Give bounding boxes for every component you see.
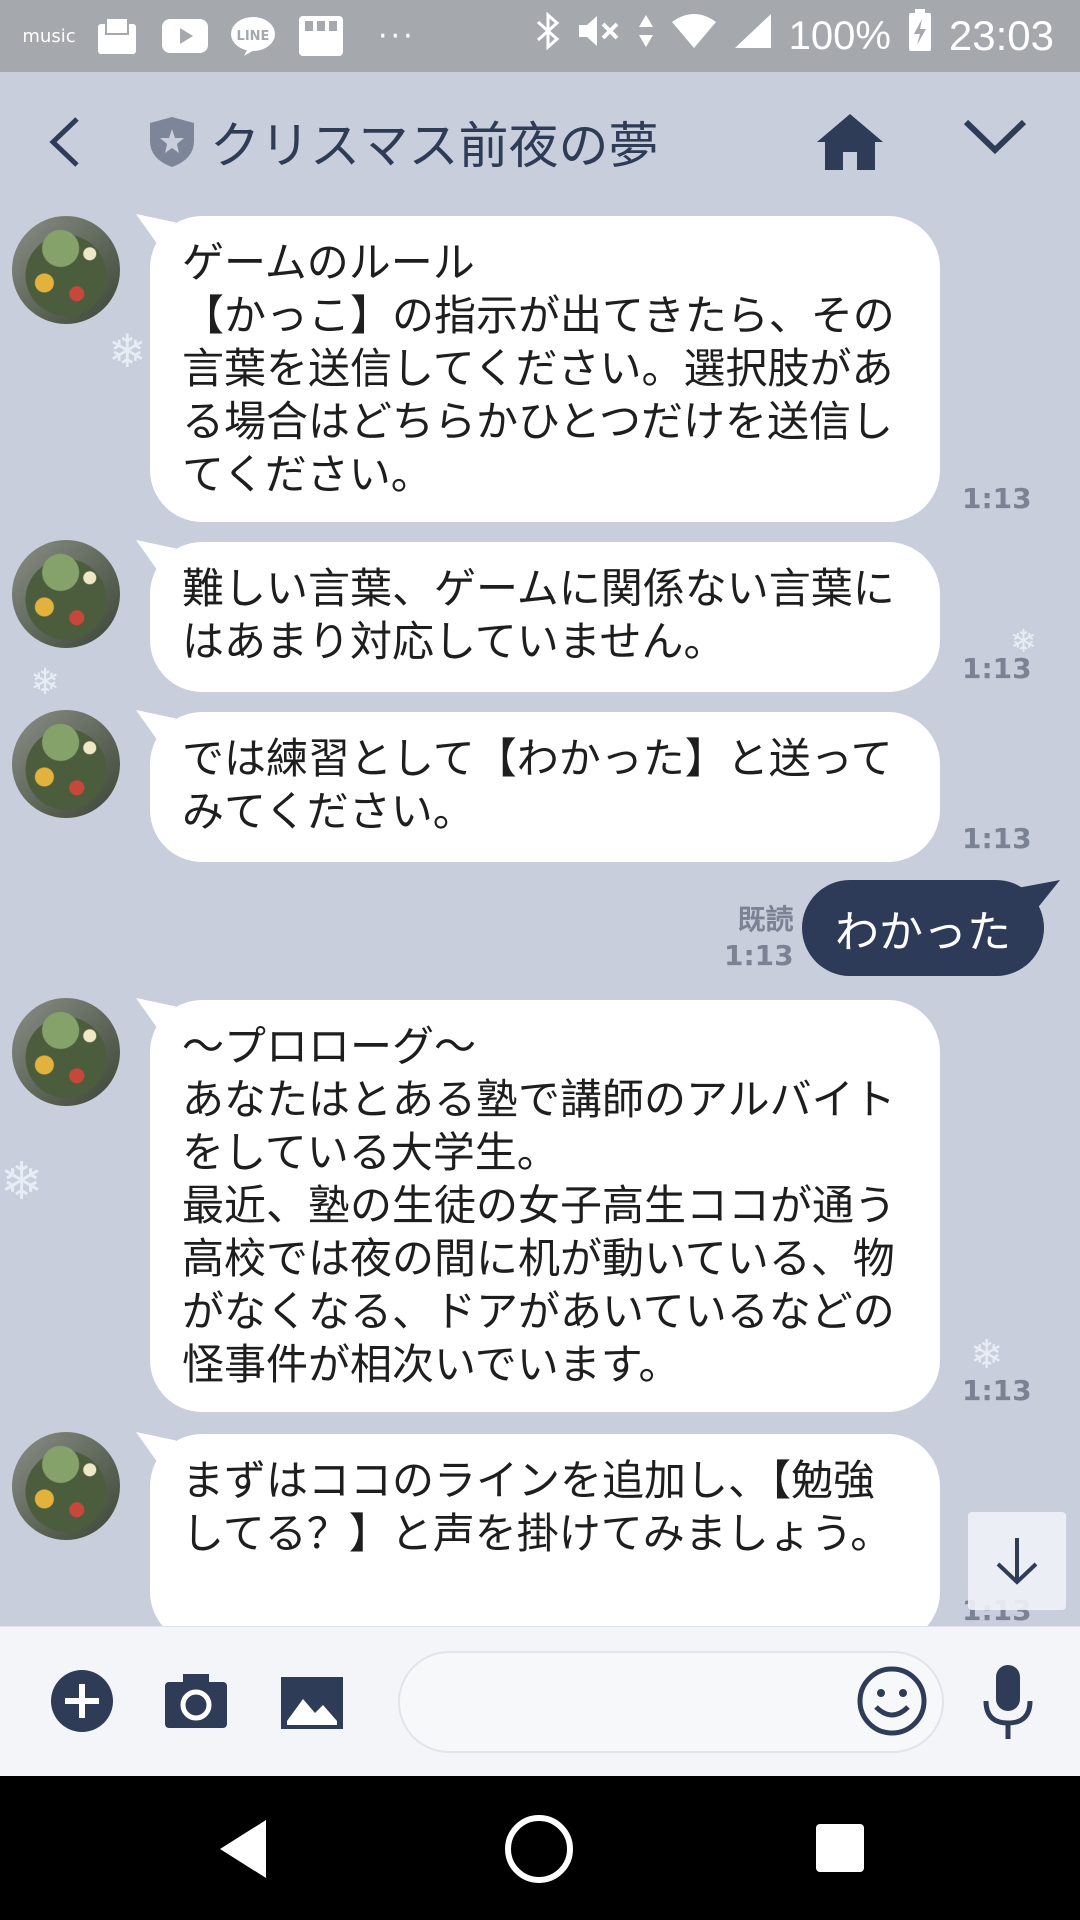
sent-message-bubble[interactable]: わかった [802, 880, 1044, 976]
battery-percent: 100% [788, 13, 891, 58]
back-button[interactable] [30, 107, 100, 177]
avatar[interactable] [12, 1432, 120, 1540]
arrow-down-icon [996, 1538, 1038, 1585]
message-time: 1:13 [962, 482, 1032, 515]
smiley-icon [857, 1666, 927, 1736]
message-bubble[interactable]: ゲームのルール 【かっこ】の指示が出てきたら、その言葉を送信してください。選択肢… [150, 216, 940, 522]
chat-area[interactable]: ❄ ❄ ❄ ❄ ❄ ゲームのルール 【かっこ】の指示が出てきたら、その言葉を送信… [0, 212, 1080, 1626]
snowflake-icon: ❄ [30, 662, 61, 703]
battery-icon [907, 9, 933, 63]
mail-icon [94, 16, 140, 56]
voice-button[interactable] [978, 1661, 1050, 1745]
rakuma-icon [298, 16, 344, 56]
avatar[interactable] [12, 710, 120, 818]
more-notifications-icon: ··· [378, 18, 416, 54]
message-bubble[interactable]: では練習として【わかった】と送ってみてください。 [150, 712, 940, 862]
camera-icon [165, 1674, 227, 1728]
snowflake-icon: ❄ [970, 1332, 1004, 1378]
system-nav-bar [0, 1776, 1080, 1920]
data-arrows-icon [637, 11, 655, 61]
snowflake-icon: ❄ [0, 1152, 44, 1212]
camera-button[interactable] [156, 1661, 236, 1741]
message-time: 1:13 [962, 1374, 1032, 1407]
sent-message-text: わかった [835, 907, 1011, 958]
message-time: 1:13 [962, 822, 1032, 855]
menu-toggle-button[interactable] [960, 110, 1030, 180]
avatar[interactable] [12, 540, 120, 648]
message-bubble[interactable]: まずはココのラインを追加し、【勉強してる？】と声を掛けてみましょう。 [150, 1434, 940, 1626]
avatar[interactable] [12, 216, 120, 324]
clock: 23:03 [948, 12, 1054, 59]
message-bubble[interactable]: 難しい言葉、ゲームに関係ない言葉にはあまり対応していません。 [150, 542, 940, 692]
read-label: 既読 [737, 903, 794, 936]
microphone-icon [983, 1665, 1033, 1739]
home-button[interactable] [815, 110, 885, 180]
line-icon: LINE [230, 16, 276, 56]
sent-time: 1:13 [724, 939, 794, 972]
message-time: 1:13 [962, 652, 1032, 685]
bluetooth-icon [535, 11, 561, 61]
chat-header: クリスマス前夜の夢 [0, 72, 1080, 212]
chevron-down-icon [963, 119, 1027, 155]
chat-title: クリスマス前夜の夢 [210, 117, 659, 175]
amazon-music-icon: music [22, 25, 76, 47]
signal-icon [733, 12, 773, 60]
nav-recents-icon[interactable] [816, 1824, 864, 1872]
chevron-left-icon [49, 117, 79, 167]
nav-back-icon[interactable] [210, 1814, 280, 1884]
youtube-icon [162, 16, 208, 56]
plus-circle-icon [51, 1670, 113, 1732]
emoji-button[interactable] [850, 1659, 934, 1743]
image-icon [281, 1677, 343, 1729]
avatar[interactable] [12, 998, 120, 1106]
snowflake-icon: ❄ [108, 324, 147, 378]
image-button[interactable] [272, 1663, 352, 1743]
input-bar [0, 1626, 1080, 1777]
mute-icon [577, 11, 621, 61]
status-bar: music LINE ··· 100% 23:03 [0, 0, 1080, 72]
message-bubble[interactable]: ～プロローグ～ あなたはとある塾で講師のアルバイトをしている大学生。 最近、塾の… [150, 1000, 940, 1412]
scroll-to-bottom-button[interactable] [968, 1512, 1066, 1610]
wifi-icon [671, 12, 717, 60]
add-button[interactable] [42, 1661, 122, 1741]
shield-icon [150, 117, 194, 167]
home-icon [817, 114, 883, 170]
read-receipt: 既読 1:13 [724, 902, 794, 974]
nav-home-icon[interactable] [502, 1812, 576, 1886]
